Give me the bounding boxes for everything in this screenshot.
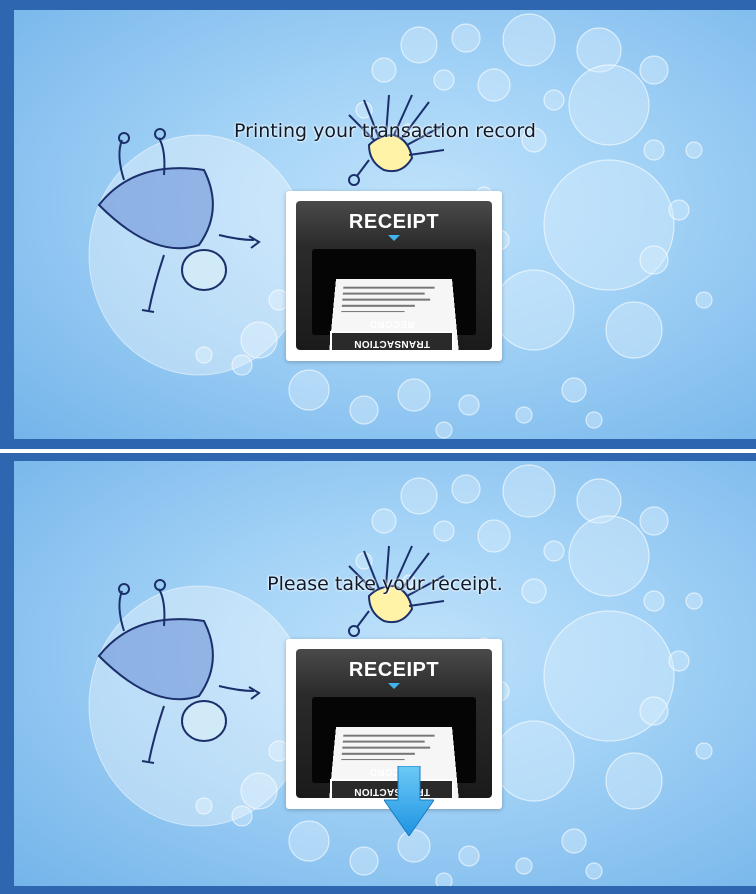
receipt-printer: RECEIPT TRANSACTION RECORD [296,201,492,350]
printing-screen-panel: Printing your transaction record RECEIPT… [0,0,756,449]
atm-screen: Printing your transaction record RECEIPT… [14,10,756,439]
receipt-label: RECEIPT [348,211,440,233]
down-arrow-icon [388,235,400,241]
take-receipt-screen-panel: Please take your receipt. RECEIPT TRANSA… [0,453,756,894]
atm-screen: Please take your receipt. RECEIPT TRANSA… [14,461,756,886]
receipt-label: RECEIPT [348,659,440,681]
down-arrow-icon [388,683,400,689]
status-message: Printing your transaction record [234,120,536,142]
receipt-title: TRANSACTION RECORD [332,318,452,350]
receipt-printer-illustration: RECEIPT TRANSACTION RECORD [286,191,502,361]
status-message: Please take your receipt. [267,573,503,595]
take-receipt-arrow-icon [384,766,434,836]
